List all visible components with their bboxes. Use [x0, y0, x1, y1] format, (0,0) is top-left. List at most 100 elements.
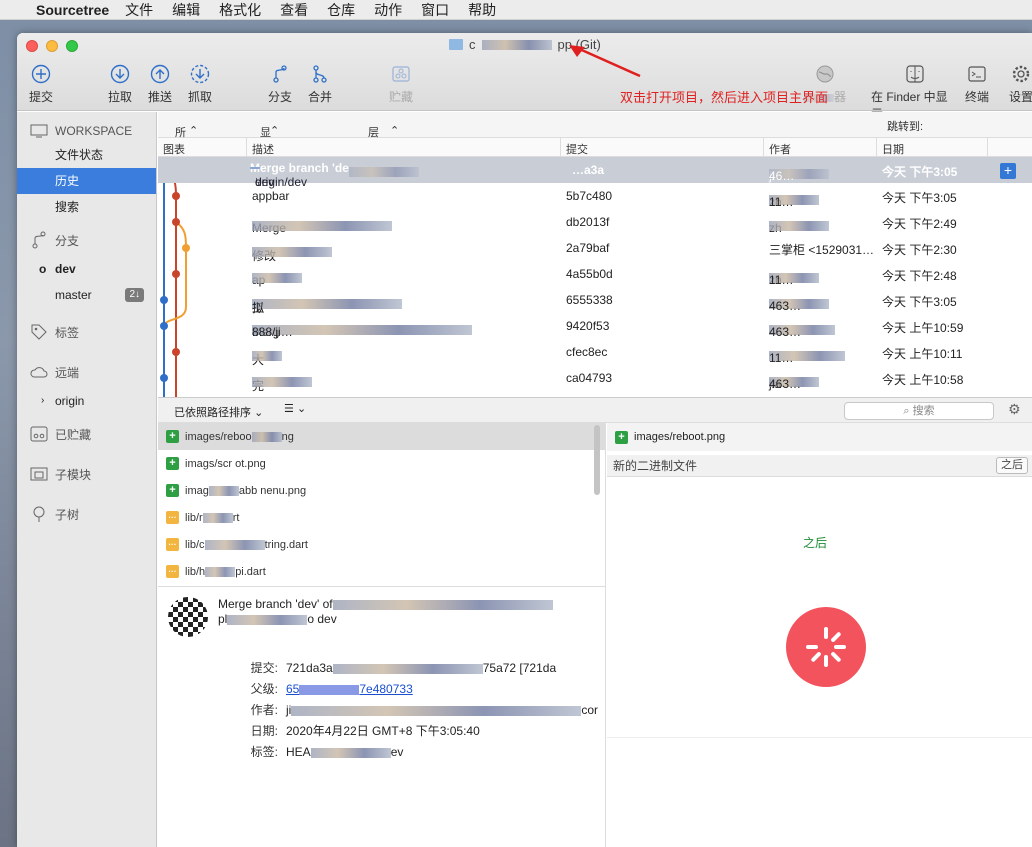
fetch-button[interactable]: 抓取	[176, 63, 224, 105]
fetch-icon	[189, 63, 211, 85]
sidebar-section-submodules[interactable]: 子模块	[17, 464, 156, 484]
column-commit[interactable]: 提交	[566, 141, 588, 157]
diff-mode-dropdown[interactable]: 之后	[996, 457, 1028, 474]
commit-row[interactable]: ap 4a55b0d zh11… 今天 下午2:48	[158, 261, 1032, 287]
sidebar-section-branches[interactable]: 分支	[17, 230, 156, 250]
commit-row[interactable]: Merge db2013f zh 今天 下午2:49	[158, 209, 1032, 235]
sidebar-stashes-label: 已贮藏	[55, 427, 92, 442]
sidebar-item-file-status[interactable]: 文件状态	[17, 142, 156, 168]
commit-date: 今天 上午10:58	[882, 373, 964, 387]
commit-row[interactable]: ⑂ dev ⑂ origin/dev Merge branch 'de …a3a…	[158, 157, 1032, 189]
file-row[interactable]: ··· lib/c tring.dart	[158, 531, 605, 558]
commit-row[interactable]: appbar 5b7c480 zh11… 今天 下午3:05	[158, 183, 1032, 209]
ref-badge-origin-dev: ⑂ origin/dev	[250, 167, 307, 189]
plus-circle-icon	[30, 63, 52, 85]
stash-button[interactable]: 贮藏	[377, 63, 425, 105]
sidebar-section-remotes[interactable]: 远端	[17, 362, 156, 382]
chevron-down-icon: ⌄	[254, 407, 264, 419]
search-icon: ⌕	[903, 405, 910, 417]
commit-description: Merge branch 'de	[250, 161, 349, 175]
commit-label: 提交	[28, 90, 53, 104]
commit-row[interactable]: 大 cfec8ec 11… 今天 上午10:11	[158, 339, 1032, 367]
remote-origin-label: origin	[55, 394, 85, 408]
commit-button[interactable]: 提交	[17, 63, 65, 105]
commit-table-header: 图表 描述 提交 作者 日期	[158, 138, 1032, 157]
column-description[interactable]: 描述	[252, 141, 274, 157]
push-label: 推送	[147, 90, 172, 104]
commit-row[interactable]: 修改 2a79baf 三掌柜 <1529031… 今天 下午2:30	[158, 235, 1032, 263]
history-filterbar: 所有分支 ⌃ 显示远程分支 ⌃ 层级顺序 ⌃ 跳转到:	[158, 112, 1032, 219]
zoom-window-button[interactable]	[66, 40, 78, 52]
merge-icon	[309, 63, 331, 85]
commit-details: Merge branch 'dev' of pl o dev 提交: 721da3a…	[158, 586, 606, 847]
file-row[interactable]: ··· lib/h pi.dart	[158, 558, 605, 585]
view-mode-dropdown[interactable]: ☰ ⌄	[284, 402, 306, 415]
sidebar-section-tags[interactable]: 标签	[17, 322, 156, 342]
menu-window[interactable]: 窗口	[421, 0, 449, 20]
sidebar-subtrees-label: 子树	[55, 507, 80, 522]
menu-view[interactable]: 查看	[280, 0, 308, 20]
settings-button[interactable]: 设置	[1001, 63, 1032, 105]
terminal-label: 终端	[964, 90, 989, 104]
settings-label: 设置	[1008, 90, 1032, 104]
menu-edit[interactable]: 编辑	[172, 0, 200, 20]
commit-row[interactable]: 完 ca04793 jia463… 今天 上午10:58	[158, 365, 1032, 393]
close-window-button[interactable]	[26, 40, 38, 52]
commit-date: 今天 下午2:48	[882, 269, 957, 283]
menu-file[interactable]: 文件	[125, 0, 153, 20]
commit-hash: 6555338	[566, 293, 613, 307]
sidebar-section-subtrees[interactable]: 子树	[17, 504, 156, 524]
file-row[interactable]: + imag s/scr ot.png	[158, 450, 605, 477]
window-title-prefix: c	[469, 37, 476, 52]
sort-dropdown[interactable]: 已依照路径排序 ⌄	[174, 404, 263, 420]
sidebar-item-search[interactable]: 搜索	[17, 194, 156, 220]
annotation-arrow	[569, 45, 641, 78]
detail-parents: 父级: 65 7e480733	[250, 682, 413, 696]
sourcetree-window: c pp (Git) 提交 拉取 推送 抓取 分支 合并 贮藏 器 在 Find…	[17, 33, 1032, 847]
column-author[interactable]: 作者	[769, 141, 791, 157]
updown-chevron-icon: ⌃	[390, 125, 400, 137]
parent-commit-link[interactable]: 65 7e480733	[286, 682, 413, 696]
detail-tags: 标签: HEA ev	[250, 745, 404, 759]
gear-icon[interactable]: ⚙	[1008, 401, 1021, 418]
menu-help[interactable]: 帮助	[468, 0, 496, 20]
file-list-scrollbar[interactable]	[594, 425, 600, 495]
submodule-icon	[29, 465, 49, 483]
menu-actions[interactable]: 动作	[374, 0, 402, 20]
column-date[interactable]: 日期	[882, 141, 904, 157]
menu-repository[interactable]: 仓库	[327, 0, 355, 20]
preview-filename: images/reboot.png	[634, 431, 726, 443]
commit-date: 今天 下午2:30	[882, 243, 957, 257]
add-column-button[interactable]: +	[1000, 163, 1016, 179]
menu-format[interactable]: 格式化	[219, 0, 261, 20]
file-row[interactable]: ··· lib/r rt	[158, 504, 605, 531]
minimize-window-button[interactable]	[46, 40, 58, 52]
file-row[interactable]: + images/reboo ng	[158, 423, 605, 450]
sidebar-item-branch-dev[interactable]: o dev	[17, 256, 156, 282]
tag-icon	[29, 323, 49, 341]
branch-master-label: master	[55, 288, 92, 302]
sidebar-item-remote-origin[interactable]: › origin	[17, 388, 156, 414]
behind-count-badge: 2↓	[125, 288, 144, 302]
commit-row[interactable]: 工拟 6555338 463… 今天 下午3:05	[158, 287, 1032, 315]
branch-icon	[29, 231, 49, 249]
sidebar-section-stashes[interactable]: 已贮藏	[17, 424, 156, 444]
sidebar-item-branch-master[interactable]: master 2↓	[17, 282, 156, 308]
terminal-button[interactable]: 终端	[957, 63, 997, 105]
commit-description: appbar	[252, 189, 290, 203]
merge-button[interactable]: 合并	[296, 63, 344, 105]
chevron-right-icon[interactable]: ›	[41, 388, 44, 414]
sidebar-item-history[interactable]: 历史	[17, 168, 156, 194]
app-menu[interactable]: Sourcetree	[36, 2, 109, 18]
file-search-input[interactable]: ⌕ 搜索	[844, 402, 994, 420]
commit-row[interactable]: Merg888/ji… 9420f53 463… 今天 上午10:59	[158, 313, 1032, 339]
commit-hash: cfec8ec	[566, 345, 608, 359]
changed-files-list: + images/reboo ng + imag s/scr ot.png + imag a…	[158, 423, 606, 586]
file-row[interactable]: + imag abb nenu.png	[158, 477, 605, 504]
stash-icon	[390, 63, 412, 85]
commit-hash: 9420f53	[566, 319, 610, 333]
mac-menubar: Sourcetree 文件 编辑 格式化 查看 仓库 动作 窗口 帮助	[0, 0, 1032, 20]
commit-date: 今天 下午2:49	[882, 217, 957, 231]
window-controls	[26, 40, 78, 52]
column-graph[interactable]: 图表	[163, 141, 185, 157]
